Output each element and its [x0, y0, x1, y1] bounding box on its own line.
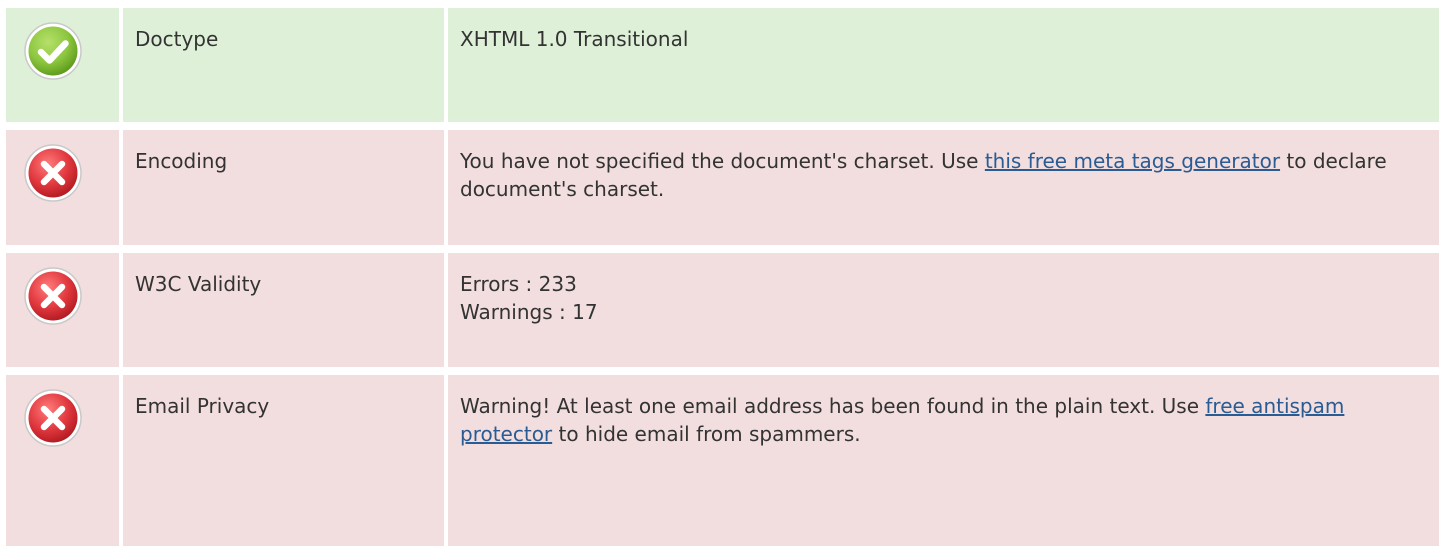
error-x-circle-icon — [24, 144, 82, 202]
check-name-cell: Encoding — [123, 130, 444, 245]
result-cell: You have not specified the document's ch… — [448, 130, 1439, 245]
error-x-circle-icon — [24, 267, 82, 325]
table-row-encoding: Encoding You have not specified the docu… — [0, 130, 1443, 245]
email-privacy-message: Warning! At least one email address has … — [460, 392, 1425, 448]
result-cell: Warning! At least one email address has … — [448, 375, 1439, 546]
check-name-cell: W3C Validity — [123, 253, 444, 367]
status-cell — [6, 375, 119, 546]
check-name-cell: Doctype — [123, 8, 444, 122]
encoding-message: You have not specified the document's ch… — [460, 147, 1425, 203]
validity-results: Errors : 233 Warnings : 17 — [460, 270, 1425, 326]
error-x-circle-icon — [24, 389, 82, 447]
table-row-doctype: Doctype XHTML 1.0 Transitional — [0, 8, 1443, 122]
result-cell: XHTML 1.0 Transitional — [448, 8, 1439, 122]
status-cell — [6, 130, 119, 245]
check-label: W3C Validity — [135, 272, 262, 296]
errors-count: Errors : 233 — [460, 272, 577, 296]
status-cell — [6, 253, 119, 367]
doctype-value: XHTML 1.0 Transitional — [460, 27, 689, 51]
check-label: Email Privacy — [135, 394, 270, 418]
result-cell: Errors : 233 Warnings : 17 — [448, 253, 1439, 367]
message-text: You have not specified the document's ch… — [460, 149, 985, 173]
message-text: to hide email from spammers. — [552, 422, 861, 446]
table-row-w3c-validity: W3C Validity Errors : 233 Warnings : 17 — [0, 253, 1443, 367]
table-row-email-privacy: Email Privacy Warning! At least one emai… — [0, 375, 1443, 546]
status-cell — [6, 8, 119, 122]
seo-report-table: Doctype XHTML 1.0 Transitional Encoding … — [0, 0, 1443, 546]
check-label: Doctype — [135, 27, 219, 51]
meta-tags-generator-link[interactable]: this free meta tags generator — [985, 149, 1280, 173]
check-name-cell: Email Privacy — [123, 375, 444, 546]
check-label: Encoding — [135, 149, 228, 173]
check-circle-icon — [24, 22, 82, 80]
warnings-count: Warnings : 17 — [460, 300, 598, 324]
message-text: Warning! At least one email address has … — [460, 394, 1206, 418]
